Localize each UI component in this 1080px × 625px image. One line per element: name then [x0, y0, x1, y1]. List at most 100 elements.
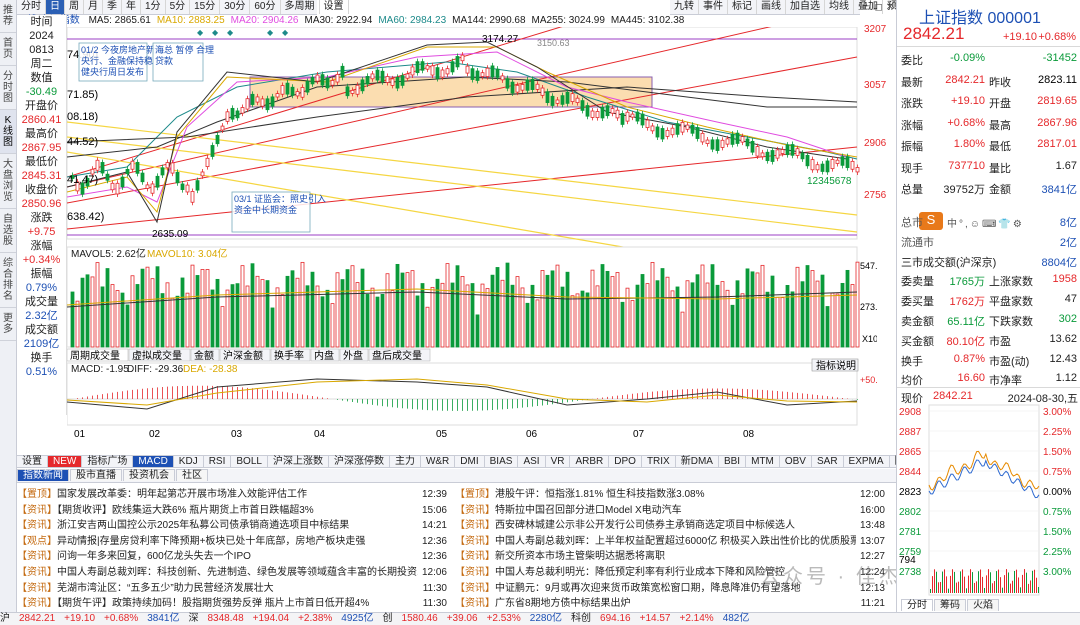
news-item[interactable]: 【资讯】芜湖市湾沚区：“五多五少”助力民营经济发展壮大 11:30 — [17, 579, 449, 597]
news-title[interactable]: 中国人寿副总裁刘晖：上半年权益配置超过6000亿 积极买入跌出性价比的优质股票 — [495, 536, 860, 547]
period-tab-8[interactable]: 15分 — [190, 0, 221, 14]
indicator-tab-1[interactable]: NEW — [48, 456, 83, 467]
tool-button-5[interactable]: 均线 — [825, 0, 854, 14]
indicator-tab-0[interactable]: 设置 — [17, 456, 48, 467]
period-tab-3[interactable]: 月 — [84, 0, 103, 14]
nav-item-3[interactable]: K线图 — [0, 110, 16, 154]
intraday-tab-2[interactable]: 火焰 — [967, 599, 999, 611]
indicator-tab-14[interactable]: VR — [546, 456, 571, 467]
tool-button-3[interactable]: 画线 — [757, 0, 786, 14]
news-item[interactable]: 【资讯】中国人寿副总裁刘晖：上半年权益配置超过6000亿 积极买入跌出性价比的优… — [455, 532, 887, 550]
news-title[interactable]: 特斯拉中国召回部分进口Model X电动汽车 — [495, 505, 682, 516]
nav-item-7[interactable]: 更多 — [0, 308, 16, 341]
indicator-tab-13[interactable]: ASI — [518, 456, 546, 467]
news-title[interactable]: 西安碑林城建公示非公开发行公司债券主承销商选定项目中标候选人 — [495, 520, 795, 531]
news-title[interactable]: 港股午评：恒指涨1.81% 恒生科技指数涨3.08% — [495, 489, 705, 500]
indicator-tab-23[interactable]: EXPMA — [844, 456, 890, 467]
indicator-tab-21[interactable]: OBV — [780, 456, 812, 467]
indicator-tab-20[interactable]: MTM — [746, 456, 780, 467]
news-title[interactable]: 浙江安吉两山国控公示2025年私募公司债承销商遴选项目中标结果 — [57, 520, 349, 531]
period-tab-12[interactable]: 设置 — [320, 0, 349, 14]
news-item[interactable]: 【资讯】问询一年多来回复，600亿龙头失去一个IPO 12:36 — [17, 548, 449, 566]
indicator-tab-17[interactable]: TRIX — [642, 456, 676, 467]
news-title[interactable]: 芜湖市湾沚区：“五多五少”助力民营经济发展壮大 — [57, 583, 274, 594]
news-item[interactable]: 【资讯】【期货午评】政策持续加码！股指期货强势反弹 瓶片上市首日低开超4% 11:… — [17, 595, 449, 613]
period-tab-5[interactable]: 年 — [122, 0, 141, 14]
news-title[interactable]: 异动情报|存量房贷利率下降预期+板块已处十年底部，房地产板块走强 — [57, 536, 365, 547]
tool-button-4[interactable]: 加自选 — [786, 0, 825, 14]
news-item[interactable]: 【资讯】中国人寿副总裁刘晖：科技创新、先进制造、绿色发展等领域蕴含丰富的长期投资… — [17, 564, 449, 581]
news-item[interactable]: 【资讯】浙江安吉两山国控公示2025年私募公司债承销商遴选项目中标结果 14:21 — [17, 517, 449, 535]
period-tab-4[interactable]: 季 — [103, 0, 122, 14]
news-title[interactable]: 问询一年多来回复，600亿龙头失去一个IPO — [57, 551, 251, 562]
news-item[interactable]: 【资讯】广东省8期地方债中标结果出炉 11:21 — [455, 595, 887, 613]
indicator-tab-4[interactable]: KDJ — [174, 456, 204, 467]
news-title[interactable]: 中国人寿副总裁刘晖：科技创新、先进制造、绿色发展等领域蕴含丰富的长期投资... — [57, 567, 425, 578]
news-tab-3[interactable]: 社区 — [176, 469, 208, 481]
news-item[interactable]: 【观点】异动情报|存量房贷利率下降预期+板块已处十年底部，房地产板块走强 12:3… — [17, 532, 449, 550]
news-title[interactable]: 【期货收评】欧线集运大跌6% 瓶片期货上市首日跌幅超3% — [57, 505, 314, 516]
indicator-tab-15[interactable]: ARBR — [570, 456, 610, 467]
period-tab-0[interactable]: 分时 — [17, 0, 46, 14]
indicator-tab-10[interactable]: W&R — [421, 456, 456, 467]
nav-item-6[interactable]: 综合排名 — [0, 253, 16, 308]
indicator-tab-2[interactable]: 指标广场 — [82, 456, 134, 467]
news-item[interactable]: 【资讯】【期货收评】欧线集运大跌6% 瓶片期货上市首日跌幅超3% 15:06 — [17, 501, 449, 519]
indicator-tab-16[interactable]: DPO — [609, 456, 642, 467]
indicator-tab-7[interactable]: 沪深上涨数 — [268, 456, 329, 467]
indicator-tab-19[interactable]: BBI — [719, 456, 747, 467]
indicator-tab-5[interactable]: RSI — [204, 456, 232, 467]
vol-tab[interactable]: 外盘 — [343, 349, 363, 362]
news-tab-1[interactable]: 股市直播 — [70, 469, 122, 481]
news-tab-2[interactable]: 投资机会 — [123, 469, 175, 481]
indicator-tab-6[interactable]: BOLL — [231, 456, 268, 467]
main-chart[interactable]: 3174.272635.09123456783150.6374.90)71.85… — [67, 27, 877, 447]
period-tab-2[interactable]: 周 — [65, 0, 84, 14]
news-title[interactable]: 国家发展改革委：明年起第芯开展市场准入效能评估工作 — [57, 489, 307, 500]
period-tab-1[interactable]: 日 — [46, 0, 65, 14]
nav-item-2[interactable]: 分时图 — [0, 66, 16, 110]
news-item[interactable]: 【资讯】特斯拉中国召回部分进口Model X电动汽车 16:00 — [455, 501, 887, 519]
vol-tab[interactable]: 沪深金额 — [223, 349, 263, 362]
news-title[interactable]: 广东省8期地方债中标结果出炉 — [495, 598, 631, 609]
news-title[interactable]: 【期货午评】政策持续加码！股指期货强势反弹 瓶片上市首日低开超4% — [57, 598, 369, 609]
tool-button-2[interactable]: 标记 — [728, 0, 757, 14]
intraday-tab-0[interactable]: 分时 — [901, 599, 933, 611]
indicator-tab-12[interactable]: BIAS — [485, 456, 519, 467]
vol-tab[interactable]: 金额 — [194, 349, 214, 362]
news-item[interactable]: 【置顶】国家发展改革委：明年起第芯开展市场准入效能评估工作 12:39 — [17, 486, 449, 503]
vol-tab[interactable]: 虚拟成交量 — [132, 349, 182, 362]
period-tab-6[interactable]: 1分 — [141, 0, 166, 14]
period-tab-7[interactable]: 5分 — [166, 0, 191, 14]
vol-tab[interactable]: 周期成交量 — [70, 349, 120, 362]
info-label: 涨幅 — [30, 240, 53, 252]
tool-button-1[interactable]: 事件 — [699, 0, 728, 14]
indicator-tab-18[interactable]: 新DMA — [676, 456, 719, 467]
nav-item-0[interactable]: 推荐 — [0, 0, 16, 33]
news-title[interactable]: 中国人寿总裁利明光：降低预定利率有利行业成本下降和风险管控 — [495, 567, 785, 578]
vol-tab[interactable]: 盘后成交量 — [372, 349, 422, 362]
vol-tab[interactable]: 内盘 — [314, 349, 334, 362]
indicator-tab-8[interactable]: 沪深涨停数 — [329, 456, 390, 467]
indicator-tab-22[interactable]: SAR — [812, 456, 844, 467]
nav-item-4[interactable]: 大盘浏览 — [0, 154, 16, 209]
news-tab-0[interactable]: 指数新闻 — [17, 469, 69, 481]
vol-tab[interactable]: 换手率 — [274, 349, 304, 362]
news-item[interactable]: 【置顶】港股午评：恒指涨1.81% 恒生科技指数涨3.08% 12:00 — [455, 486, 887, 503]
indicator-tab-3[interactable]: MACD — [133, 456, 174, 467]
quote-value: 1762万 — [949, 296, 985, 309]
window-controls[interactable]: ▭◻✕ — [862, 1, 894, 14]
indicator-tab-11[interactable]: DMI — [455, 456, 485, 467]
indicator-tab-9[interactable]: 主力 — [390, 456, 421, 467]
intraday-tab-1[interactable]: 筹码 — [934, 599, 966, 611]
news-title[interactable]: 中证鹏元：9月或再次迎来货币政策宽松窗口期，降息降准仍有望落地 — [495, 583, 801, 594]
nav-item-1[interactable]: 首页 — [0, 33, 16, 66]
tool-button-0[interactable]: 九转 — [670, 0, 699, 14]
period-tab-11[interactable]: 多周期 — [281, 0, 320, 14]
period-tab-10[interactable]: 60分 — [250, 0, 281, 14]
news-item[interactable]: 【资讯】西安碑林城建公示非公开发行公司债券主承销商选定项目中标候选人 13:48 — [455, 517, 887, 535]
period-tab-9[interactable]: 30分 — [220, 0, 251, 14]
nav-item-5[interactable]: 自选股 — [0, 209, 16, 253]
intraday-chart[interactable]: 2908 3.00% 2887 2.25% 2865 1.50% 2844 0.75% 2823… — [897, 403, 1080, 599]
news-title[interactable]: 新交所资本市场主管柴明达据悉将离职 — [495, 551, 665, 562]
